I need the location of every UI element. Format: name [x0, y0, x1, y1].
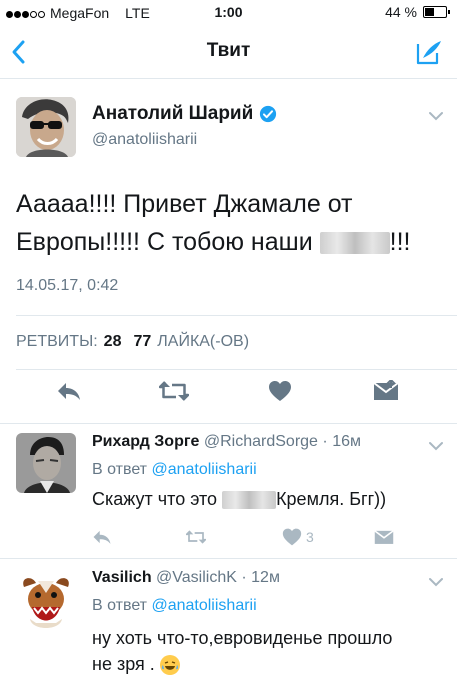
tweet-stats: РЕТВИТЫ: 28 77 ЛАЙКА(-ОВ)	[16, 333, 249, 351]
reply-text-line2: не зря .	[92, 651, 442, 677]
reply-time-separator: ·	[241, 569, 247, 586]
avatar-photo	[16, 97, 76, 157]
reply-icon	[93, 530, 111, 544]
reply-button[interactable]	[53, 375, 85, 407]
reply-avatar[interactable]	[16, 433, 76, 493]
verified-badge-icon	[260, 105, 277, 123]
in-reply-to: В ответ @anatoliisharii	[92, 597, 257, 615]
retweet-icon	[186, 530, 206, 544]
status-right: 44 %	[385, 4, 450, 20]
in-reply-prefix: В ответ	[92, 597, 148, 614]
reply-tweet[interactable]: Рихард Зорге @RichardSorge · 16м В ответ…	[0, 423, 457, 559]
page-title: Твит	[206, 40, 251, 61]
chevron-down-icon[interactable]	[429, 111, 443, 121]
direct-message-button[interactable]	[374, 525, 394, 549]
like-button[interactable]: 3	[282, 525, 314, 549]
retweets-label[interactable]: РЕТВИТЫ:	[16, 333, 98, 351]
reply-icon	[58, 383, 80, 400]
direct-message-button[interactable]	[370, 375, 402, 407]
likes-label[interactable]: ЛАЙКА(-ОВ)	[157, 333, 249, 351]
likes-count[interactable]: 77	[133, 333, 151, 351]
tweet-text-line2-start: Европы!!!!! С тобою наши	[16, 228, 313, 256]
tweet-actions	[0, 375, 457, 411]
heart-icon	[282, 528, 302, 546]
compose-icon[interactable]	[415, 38, 443, 66]
reply-author-name[interactable]: Vasilich	[92, 569, 152, 586]
tweet-text-line2: Европы!!!!! С тобою наши !!!	[16, 223, 436, 261]
reply-text-line1: ну хоть что-то,евровиденье прошло	[92, 628, 393, 648]
battery-percent: 44 %	[385, 4, 417, 20]
author-handle[interactable]: @anatoliisharii	[92, 131, 197, 149]
reply-header: Vasilich @VasilichK · 12м	[92, 569, 280, 587]
reply-time: 16м	[332, 433, 361, 450]
avatar-photo	[16, 573, 76, 633]
author-name: Анатолий Шарий	[92, 103, 254, 124]
author-avatar[interactable]	[16, 97, 76, 157]
envelope-icon	[374, 530, 394, 544]
chevron-down-icon[interactable]	[429, 441, 443, 451]
reply-button[interactable]	[92, 525, 112, 549]
censored-word	[319, 232, 390, 255]
reply-text: Скажут что это Кремля. Бгг))	[92, 486, 442, 512]
reply-time-separator: ·	[322, 433, 328, 450]
censored-word	[222, 491, 277, 510]
heart-icon	[269, 381, 291, 401]
nav-bar: Твит	[0, 26, 457, 79]
reply-text-start: Скажут что это	[92, 489, 218, 509]
tweet-text-line1: Ааааа!!!! Привет Джамале от	[16, 190, 353, 218]
reply-author-name[interactable]: Рихард Зорге	[92, 433, 199, 450]
reply-time: 12м	[251, 569, 280, 586]
divider	[16, 315, 457, 316]
reply-text: ну хоть что-то,евровиденье прошло не зря…	[92, 625, 442, 677]
retweet-button[interactable]	[186, 525, 206, 549]
reply-avatar[interactable]	[16, 573, 76, 633]
envelope-icon	[373, 380, 399, 400]
in-reply-prefix: В ответ	[92, 461, 148, 478]
reply-author-handle[interactable]: @VasilichK	[156, 569, 237, 586]
status-bar: MegaFon LTE 1:00 44 %	[0, 0, 457, 26]
reply-tweet[interactable]: Vasilich @VasilichK · 12м В ответ @anato…	[0, 559, 457, 700]
reply-text-line2-text: не зря .	[92, 654, 155, 674]
tweet-text-line2-end: !!!	[389, 228, 411, 256]
in-reply-handle-link[interactable]: @anatoliisharii	[151, 461, 256, 478]
avatar-photo	[16, 433, 76, 493]
laughing-face-icon	[159, 655, 180, 676]
like-button[interactable]	[264, 375, 296, 407]
retweet-icon	[159, 381, 189, 401]
in-reply-to: В ответ @anatoliisharii	[92, 461, 257, 479]
reply-actions: 3	[92, 525, 412, 549]
tweet-timestamp: 14.05.17, 0:42	[16, 277, 119, 294]
main-tweet: Анатолий Шарий @anatoliisharii Ааааа!!!!…	[0, 79, 457, 424]
author-name-row[interactable]: Анатолий Шарий	[92, 103, 277, 125]
retweets-count[interactable]: 28	[104, 333, 122, 351]
reply-author-handle[interactable]: @RichardSorge	[204, 433, 318, 450]
in-reply-handle-link[interactable]: @anatoliisharii	[151, 597, 256, 614]
reply-text-end: Кремля. Бгг))	[276, 489, 387, 509]
battery-icon	[423, 6, 450, 18]
like-count: 3	[306, 529, 314, 545]
chevron-down-icon[interactable]	[429, 577, 443, 587]
reply-header: Рихард Зорге @RichardSorge · 16м	[92, 433, 361, 451]
retweet-button[interactable]	[158, 375, 190, 407]
tweet-text: Ааааа!!!! Привет Джамале от Европы!!!!! …	[16, 185, 436, 261]
divider	[16, 369, 457, 370]
